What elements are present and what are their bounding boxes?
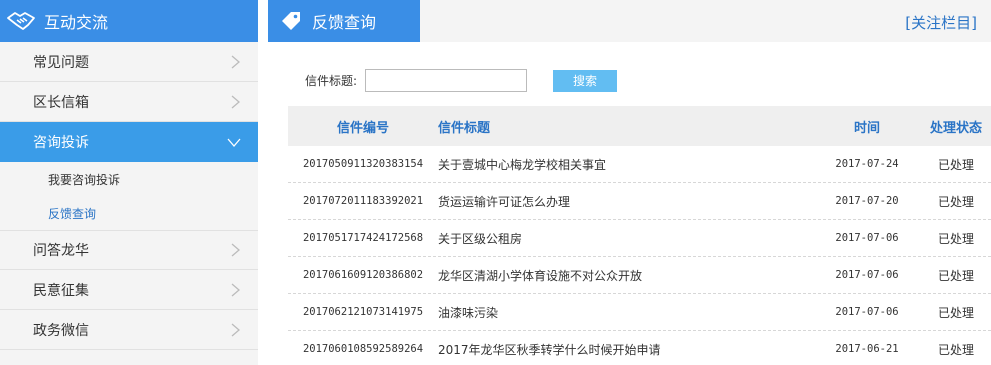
search-label: 信件标题: <box>305 74 358 88</box>
main-content: 反馈查询 [关注栏目] 信件标题: 搜索 信件编号 信件标题 时间 处理状态 2… <box>268 0 991 365</box>
sidebar-subitem-submit-consult[interactable]: 我要咨询投诉 <box>0 162 258 196</box>
sidebar-item-consult-complaint[interactable]: 咨询投诉 <box>0 122 258 162</box>
chevron-right-icon <box>231 243 240 257</box>
sidebar-item-label: 常见问题 <box>33 54 89 71</box>
letter-title-link[interactable]: 货运运输许可证怎么办理 <box>438 193 813 210</box>
sidebar-item-qa-longhua[interactable]: 问答龙华 <box>0 230 258 270</box>
header-letter-no: 信件编号 <box>336 120 389 136</box>
letter-no: 2017050911320383154 <box>302 158 424 170</box>
chevron-right-icon <box>231 323 240 336</box>
sidebar-title: 互动交流 <box>44 13 109 32</box>
letter-time: 2017-07-06 <box>835 269 899 281</box>
sidebar-item-label: 咨询投诉 <box>33 135 89 151</box>
table-row: 2017060108592589264 2017年龙华区秋季转学什么时候开始申请… <box>288 331 991 365</box>
letter-time: 2017-06-21 <box>835 343 899 355</box>
handshake-icon <box>6 9 36 33</box>
chevron-right-icon <box>231 283 240 296</box>
header-status: 处理状态 <box>929 120 982 136</box>
sidebar-header: 互动交流 <box>0 0 258 42</box>
sidebar: 互动交流 常见问题 区长信箱 咨询投诉 我要咨询投诉 反馈查询 问答龙华 民意征… <box>0 0 258 365</box>
sidebar-submenu: 我要咨询投诉 反馈查询 <box>0 162 258 230</box>
letter-status: 已处理 <box>937 231 974 246</box>
letter-title-link[interactable]: 关于壹城中心梅龙学校相关事宜 <box>438 156 813 173</box>
letter-no: 2017061609120386802 <box>302 269 424 281</box>
search-button[interactable]: 搜索 <box>553 69 618 92</box>
letter-status: 已处理 <box>937 194 974 209</box>
letter-no: 2017051717424172568 <box>302 232 424 244</box>
letter-time: 2017-07-06 <box>835 232 899 244</box>
letter-no: 2017060108592589264 <box>302 343 424 355</box>
letter-no: 2017072011183392021 <box>302 195 424 207</box>
header-letter-title: 信件标题 <box>438 120 491 136</box>
chevron-right-icon <box>231 55 240 68</box>
follow-column-link[interactable]: [关注栏目] <box>905 12 977 33</box>
table-row: 2017050911320383154 关于壹城中心梅龙学校相关事宜 2017-… <box>288 146 991 183</box>
sidebar-item-mailbox[interactable]: 区长信箱 <box>0 82 258 122</box>
chevron-down-icon <box>227 138 241 147</box>
letter-status: 已处理 <box>937 268 974 283</box>
sidebar-item-label: 民意征集 <box>33 282 89 299</box>
sidebar-subitem-feedback-query[interactable]: 反馈查询 <box>0 196 258 230</box>
letter-time: 2017-07-20 <box>835 195 899 207</box>
letter-title-input[interactable] <box>365 69 528 92</box>
sidebar-item-label: 区长信箱 <box>33 94 89 111</box>
table-row: 2017062121073141975 油漆味污染 2017-07-06 已处理 <box>288 294 991 331</box>
letter-status: 已处理 <box>937 305 974 320</box>
letter-title-link[interactable]: 2017年龙华区秋季转学什么时候开始申请 <box>438 341 813 358</box>
letter-status: 已处理 <box>937 342 974 357</box>
main-header: 反馈查询 [关注栏目] <box>268 0 991 42</box>
letter-title-link[interactable]: 油漆味污染 <box>438 304 813 321</box>
letter-title-link[interactable]: 关于区级公租房 <box>438 230 813 247</box>
feedback-table: 信件编号 信件标题 时间 处理状态 2017050911320383154 关于… <box>288 106 991 365</box>
letter-no: 2017062121073141975 <box>302 306 424 318</box>
search-bar: 信件标题: 搜索 <box>305 69 618 92</box>
letter-time: 2017-07-06 <box>835 306 899 318</box>
sidebar-item-label: 政务微信 <box>33 322 89 339</box>
table-row: 2017051717424172568 关于区级公租房 2017-07-06 已… <box>288 220 991 257</box>
letter-time: 2017-07-24 <box>835 158 899 170</box>
letter-title-link[interactable]: 龙华区清湖小学体育设施不对公众开放 <box>438 267 813 284</box>
table-header: 信件编号 信件标题 时间 处理状态 <box>288 106 991 146</box>
page-title: 反馈查询 <box>312 13 377 32</box>
header-time: 时间 <box>853 120 880 136</box>
sidebar-item-label: 问答龙华 <box>33 243 89 259</box>
table-row: 2017061609120386802 龙华区清湖小学体育设施不对公众开放 20… <box>288 257 991 294</box>
sidebar-item-faq[interactable]: 常见问题 <box>0 42 258 82</box>
sidebar-item-gov-wechat[interactable]: 政务微信 <box>0 310 258 350</box>
sidebar-item-opinion-survey[interactable]: 民意征集 <box>0 270 258 310</box>
table-row: 2017072011183392021 货运运输许可证怎么办理 2017-07-… <box>288 183 991 220</box>
tag-icon <box>278 8 304 34</box>
chevron-right-icon <box>231 95 240 108</box>
letter-status: 已处理 <box>937 157 974 172</box>
section-title-tab: 反馈查询 <box>268 0 420 42</box>
